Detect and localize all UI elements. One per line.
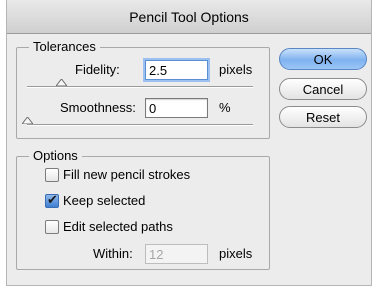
options-group-title: Options: [29, 148, 82, 164]
checkmark-icon: ✔: [47, 192, 58, 207]
edit-selected-paths-checkbox[interactable]: [45, 220, 59, 234]
fill-new-pencil-strokes-label[interactable]: Fill new pencil strokes: [63, 167, 190, 182]
options-group: Options Fill new pencil strokes ✔ Keep s…: [16, 148, 270, 270]
smoothness-label: Smoothness:: [60, 100, 136, 115]
smoothness-slider-thumb[interactable]: [22, 117, 33, 124]
fidelity-slider-track[interactable]: [27, 86, 253, 88]
tolerances-group: Tolerances Fidelity: pixels Smoothness: …: [16, 39, 270, 139]
ok-button[interactable]: OK: [279, 48, 367, 70]
reset-button[interactable]: Reset: [279, 106, 367, 128]
smoothness-slider-track[interactable]: [27, 124, 253, 126]
within-label: Within:: [93, 246, 133, 261]
title-bar[interactable]: Pencil Tool Options: [7, 0, 371, 34]
pencil-tool-options-dialog: Pencil Tool Options Tolerances Fidelity:…: [6, 0, 372, 286]
smoothness-unit: %: [219, 100, 231, 115]
dialog-title: Pencil Tool Options: [129, 8, 249, 25]
within-unit: pixels: [219, 246, 253, 261]
keep-selected-label[interactable]: Keep selected: [63, 193, 145, 208]
cancel-button[interactable]: Cancel: [279, 78, 367, 100]
fidelity-input[interactable]: [145, 60, 208, 80]
fill-new-pencil-strokes-checkbox[interactable]: [45, 168, 59, 182]
within-input[interactable]: [145, 244, 208, 264]
fidelity-unit: pixels: [219, 62, 253, 77]
smoothness-input[interactable]: [145, 98, 208, 118]
fidelity-slider-thumb[interactable]: [56, 79, 67, 86]
tolerances-group-title: Tolerances: [29, 39, 100, 55]
keep-selected-checkbox[interactable]: ✔: [45, 192, 59, 208]
edit-selected-paths-label[interactable]: Edit selected paths: [63, 219, 173, 234]
fidelity-label: Fidelity:: [75, 62, 120, 77]
